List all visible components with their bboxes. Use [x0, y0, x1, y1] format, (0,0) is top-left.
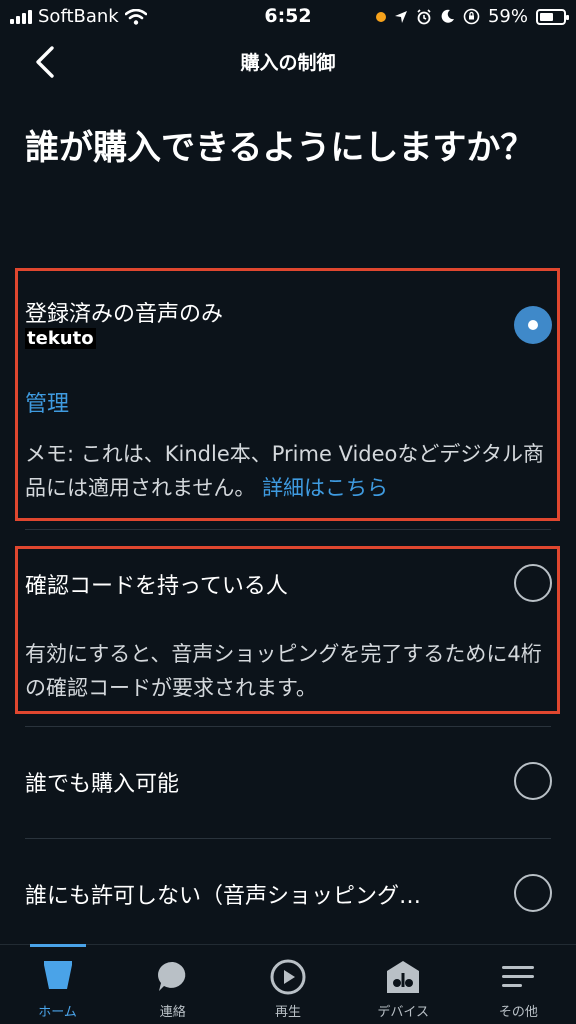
privacy-indicator-icon [375, 11, 386, 22]
divider [25, 726, 551, 727]
devices-icon [387, 961, 420, 993]
radio-registered-voice[interactable] [514, 306, 552, 344]
tab-more[interactable]: その他 [461, 945, 576, 1024]
option-title-registered-voice: 登録済みの音声のみ [25, 302, 224, 327]
option-note: メモ: これは、Kindle本、Prime Videoなどデジタル商品には適用さ… [25, 437, 547, 505]
tab-label-contacts: 連絡 [159, 1005, 186, 1020]
menu-icon [502, 966, 535, 987]
user-name-tag: tekuto [25, 328, 96, 349]
location-icon [394, 10, 407, 23]
tab-contacts[interactable]: 連絡 [115, 945, 230, 1024]
option-description-verification-code: 有効にすると、音声ショッピングを完了するために4桁の確認コードが要求されます。 [25, 642, 542, 700]
option-title-nobody: 誰にも許可しない（音声ショッピング… [25, 884, 422, 909]
tab-label-play: 再生 [275, 1005, 302, 1020]
rotation-lock-icon [463, 8, 480, 25]
option-title-verification-code: 確認コードを持っている人 [25, 574, 288, 599]
bottom-tab-bar: ホーム 連絡 再生 デバイス その他 [0, 944, 576, 1024]
chat-icon [157, 961, 186, 991]
tab-home[interactable]: ホーム [0, 944, 115, 1024]
tab-label-devices: デバイス [377, 1005, 430, 1020]
radio-nobody[interactable] [514, 874, 552, 912]
option-title-anyone: 誰でも購入可能 [25, 772, 180, 797]
play-icon [270, 959, 306, 995]
radio-verification-code[interactable] [514, 564, 552, 602]
radio-anyone[interactable] [514, 762, 552, 800]
tab-devices[interactable]: デバイス [346, 945, 461, 1024]
moon-icon [441, 9, 454, 23]
active-tab-indicator [30, 944, 86, 947]
alarm-icon [417, 8, 431, 24]
details-link[interactable]: 詳細はこちら [262, 476, 388, 500]
page-title: 購入の制御 [240, 52, 336, 74]
tab-label-more: その他 [498, 1005, 538, 1020]
divider [25, 838, 551, 839]
battery-icon [536, 8, 569, 25]
question-heading: 誰が購入できるようにしますか？ [25, 128, 535, 168]
status-bar: SoftBank 6:52 59% [0, 0, 576, 34]
manage-link[interactable]: 管理 [25, 386, 69, 418]
divider [25, 529, 551, 530]
home-icon [43, 961, 72, 989]
status-right: 59% [375, 6, 569, 27]
tab-label-home: ホーム [38, 1005, 77, 1020]
battery-percent: 59% [487, 6, 528, 27]
nav-header: 購入の制御 [0, 36, 576, 86]
tab-play[interactable]: 再生 [230, 945, 345, 1024]
